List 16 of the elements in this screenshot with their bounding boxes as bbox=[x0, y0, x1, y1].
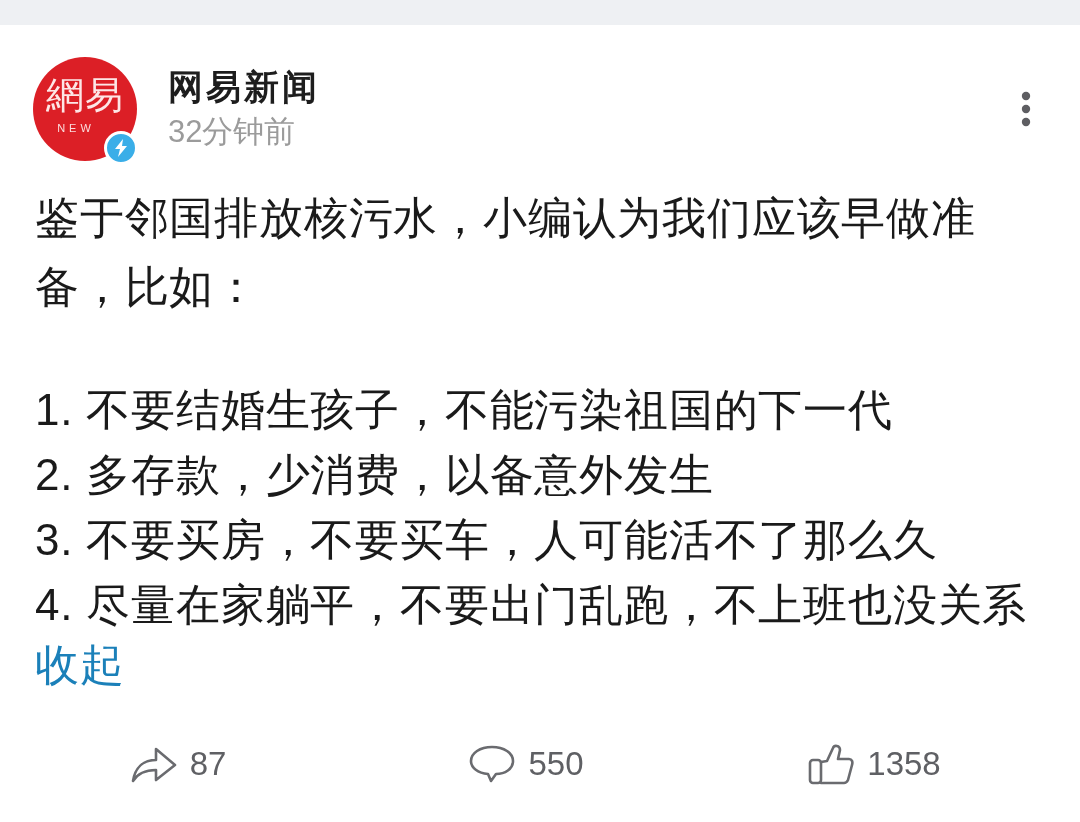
thumbs-up-icon bbox=[807, 743, 856, 785]
list-item-text: 3. 不要买房，不要买车，人可能活不了那么久 bbox=[35, 514, 938, 566]
post-paragraph: 鉴于邻国排放核污水，小编认为我们应该早做准备，比如： bbox=[35, 192, 977, 313]
comment-button[interactable]: 550 bbox=[468, 743, 584, 785]
list-item-text: 4. 尽量在家躺平，不要出门乱跑，不上班也没关系 bbox=[35, 579, 1028, 631]
speech-bubble-icon bbox=[468, 743, 517, 785]
logo-subtext: NEW bbox=[57, 122, 95, 135]
share-button[interactable]: 87 bbox=[129, 743, 227, 785]
list-item-text: 1. 不要结婚生孩子，不能污染祖国的下一代 bbox=[35, 384, 893, 436]
like-button[interactable]: 1358 bbox=[807, 743, 941, 785]
post-time: 32分钟前 bbox=[168, 113, 297, 151]
author-name: 网易新闻 bbox=[168, 66, 320, 108]
list-item-text: 2. 多存款，少消费，以备意外发生 bbox=[35, 449, 714, 501]
more-options-icon[interactable] bbox=[1021, 91, 1031, 127]
logo-text: 網易 bbox=[46, 72, 124, 118]
collapse-link[interactable]: 收起 bbox=[35, 637, 125, 693]
